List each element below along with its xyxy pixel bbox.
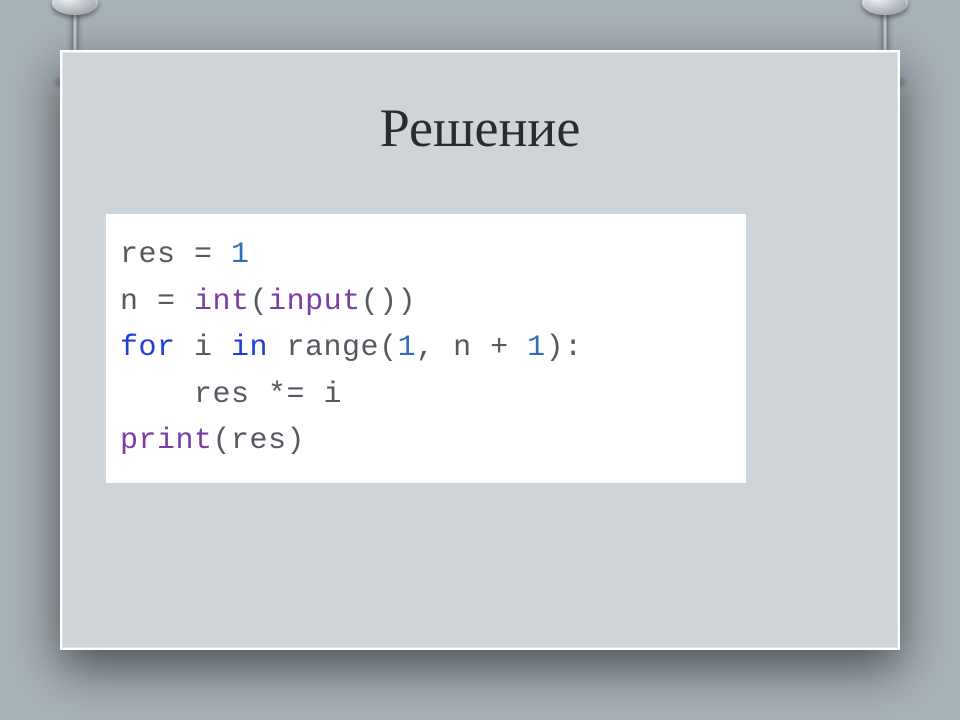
slide-title: Решение <box>102 97 858 159</box>
code-token: = <box>194 238 213 272</box>
code-token: ()) <box>361 285 417 319</box>
code-token: input <box>268 285 361 319</box>
code-token: ): <box>546 331 583 365</box>
code-token: *= <box>268 378 305 412</box>
code-token: + <box>490 331 509 365</box>
code-token: ( <box>250 285 269 319</box>
slide-backdrop: Решение res = 1 n = int(input()) for i i… <box>0 0 960 720</box>
code-token <box>213 238 232 272</box>
code-snippet: res = 1 n = int(input()) for i in range(… <box>106 214 746 483</box>
code-token <box>176 285 195 319</box>
code-token: n <box>120 285 157 319</box>
code-token: print <box>120 424 213 458</box>
code-token: = <box>157 285 176 319</box>
code-token: , n <box>416 331 490 365</box>
code-token: for <box>120 331 176 365</box>
code-token: in <box>231 331 268 365</box>
content-card: Решение res = 1 n = int(input()) for i i… <box>60 50 900 650</box>
code-token: range( <box>268 331 398 365</box>
code-token <box>120 378 194 412</box>
code-token: res <box>120 238 194 272</box>
code-token: 1 <box>398 331 417 365</box>
code-token: res <box>194 378 268 412</box>
code-token: 1 <box>231 238 250 272</box>
code-token: i <box>305 378 342 412</box>
code-token: int <box>194 285 250 319</box>
code-token: i <box>176 331 232 365</box>
code-token <box>509 331 528 365</box>
code-token: 1 <box>527 331 546 365</box>
code-token: (res) <box>213 424 306 458</box>
